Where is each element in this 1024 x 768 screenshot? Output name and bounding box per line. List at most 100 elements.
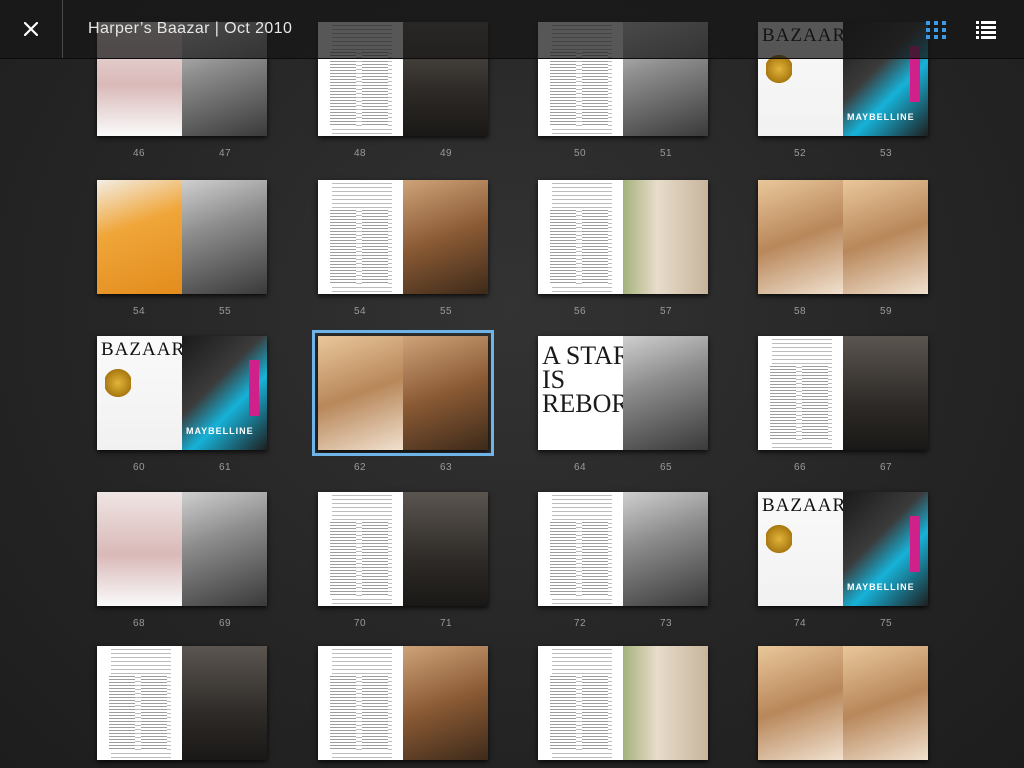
left-page-image — [758, 336, 843, 450]
left-page-image — [318, 180, 403, 294]
right-page-image — [623, 492, 708, 606]
ad-brand-text: MAYBELLINE — [186, 426, 254, 436]
list-view-icon — [976, 21, 996, 39]
grid-view-button[interactable] — [922, 17, 950, 43]
page-spread-thumbnail[interactable] — [318, 180, 488, 294]
right-page-image: MAYBELLINE — [182, 336, 267, 450]
text-column — [582, 50, 608, 126]
page-spread-thumbnail[interactable] — [318, 492, 488, 606]
right-page-image — [182, 180, 267, 294]
left-page-image: BAZAAR — [97, 336, 182, 450]
page-spread-thumbnail[interactable] — [538, 646, 708, 760]
page-number: 53 — [879, 148, 893, 159]
top-toolbar: Harper’s Baazar | Oct 2010 — [0, 0, 1024, 59]
page-spread-thumbnail[interactable] — [758, 646, 928, 760]
page-number: 73 — [659, 618, 673, 629]
left-page-image — [538, 180, 623, 294]
grid-view-icon — [926, 21, 946, 39]
text-column — [330, 208, 356, 284]
left-page-image — [318, 646, 403, 760]
page-number: 48 — [353, 148, 367, 159]
left-page-image: A STAR IS REBORN — [538, 336, 623, 450]
mascara-product — [249, 360, 259, 416]
left-page-image — [318, 492, 403, 606]
page-number: 52 — [793, 148, 807, 159]
page-spread-thumbnail[interactable] — [758, 336, 928, 450]
article-headline: A STAR IS REBORN — [542, 341, 623, 418]
left-page-image — [538, 646, 623, 760]
left-page-image: BAZAAR — [758, 492, 843, 606]
ad-brand-text: MAYBELLINE — [847, 112, 915, 122]
right-page-image — [182, 492, 267, 606]
list-view-button[interactable] — [972, 17, 1000, 43]
ad-brand-text: MAYBELLINE — [847, 582, 915, 592]
page-number: 62 — [353, 462, 367, 473]
left-page-image — [538, 492, 623, 606]
text-column — [802, 364, 828, 440]
page-spread-thumbnail[interactable] — [97, 646, 267, 760]
page-spread-thumbnail[interactable] — [318, 646, 488, 760]
close-icon — [24, 22, 38, 36]
left-page-image — [97, 492, 182, 606]
right-page-image — [623, 180, 708, 294]
page-spread-thumbnail[interactable] — [97, 180, 267, 294]
cover-masthead: BAZAAR — [101, 339, 182, 360]
page-spread-thumbnail[interactable] — [538, 492, 708, 606]
page-number: 65 — [659, 462, 673, 473]
text-column — [582, 520, 608, 596]
page-spread-thumbnail[interactable] — [538, 180, 708, 294]
page-number: 63 — [439, 462, 453, 473]
right-page-image — [843, 180, 928, 294]
page-number: 56 — [573, 306, 587, 317]
page-number: 72 — [573, 618, 587, 629]
page-number: 50 — [573, 148, 587, 159]
page-spread-thumbnail[interactable] — [312, 330, 494, 456]
text-column — [582, 674, 608, 750]
page-number: 54 — [132, 306, 146, 317]
page-number: 71 — [439, 618, 453, 629]
page-spread-thumbnail[interactable]: BAZAAR MAYBELLINE — [758, 492, 928, 606]
right-page-image — [403, 492, 488, 606]
page-spread-thumbnail[interactable]: A STAR IS REBORN — [538, 336, 708, 450]
text-column — [550, 520, 576, 596]
text-column — [109, 674, 135, 750]
text-column — [330, 50, 356, 126]
left-page-image — [758, 646, 843, 760]
text-column — [330, 520, 356, 596]
text-column — [550, 674, 576, 750]
page-spread-thumbnail[interactable] — [97, 492, 267, 606]
text-column — [582, 208, 608, 284]
close-button[interactable] — [0, 0, 63, 58]
text-column — [141, 674, 167, 750]
left-page-image — [97, 646, 182, 760]
page-spread-thumbnail[interactable] — [758, 180, 928, 294]
right-page-image — [182, 646, 267, 760]
right-page-image: MAYBELLINE — [843, 492, 928, 606]
page-spread-thumbnail[interactable]: BAZAAR MAYBELLINE — [97, 336, 267, 450]
text-column — [770, 364, 796, 440]
text-column — [362, 50, 388, 126]
app-window: 46 47 48 49 50 51 BAZAAR MAYBELLINE 52 53 54 55 54 55… — [0, 0, 1024, 768]
page-number: 60 — [132, 462, 146, 473]
left-page-image — [758, 180, 843, 294]
right-page-image — [623, 336, 708, 450]
publication-title: Harper’s Baazar | Oct 2010 — [88, 20, 293, 37]
right-page-image — [403, 646, 488, 760]
page-number: 67 — [879, 462, 893, 473]
text-column — [550, 50, 576, 126]
right-page-image — [403, 180, 488, 294]
page-number: 75 — [879, 618, 893, 629]
text-column — [550, 208, 576, 284]
text-column — [362, 208, 388, 284]
right-page-image — [403, 336, 488, 450]
page-number: 59 — [879, 306, 893, 317]
cover-emblem — [105, 364, 131, 402]
page-number: 66 — [793, 462, 807, 473]
mascara-product — [910, 516, 920, 572]
left-page-image — [97, 180, 182, 294]
page-number: 70 — [353, 618, 367, 629]
right-page-image — [843, 336, 928, 450]
page-number: 54 — [353, 306, 367, 317]
cover-masthead: BAZAAR — [762, 495, 843, 516]
page-number: 49 — [439, 148, 453, 159]
